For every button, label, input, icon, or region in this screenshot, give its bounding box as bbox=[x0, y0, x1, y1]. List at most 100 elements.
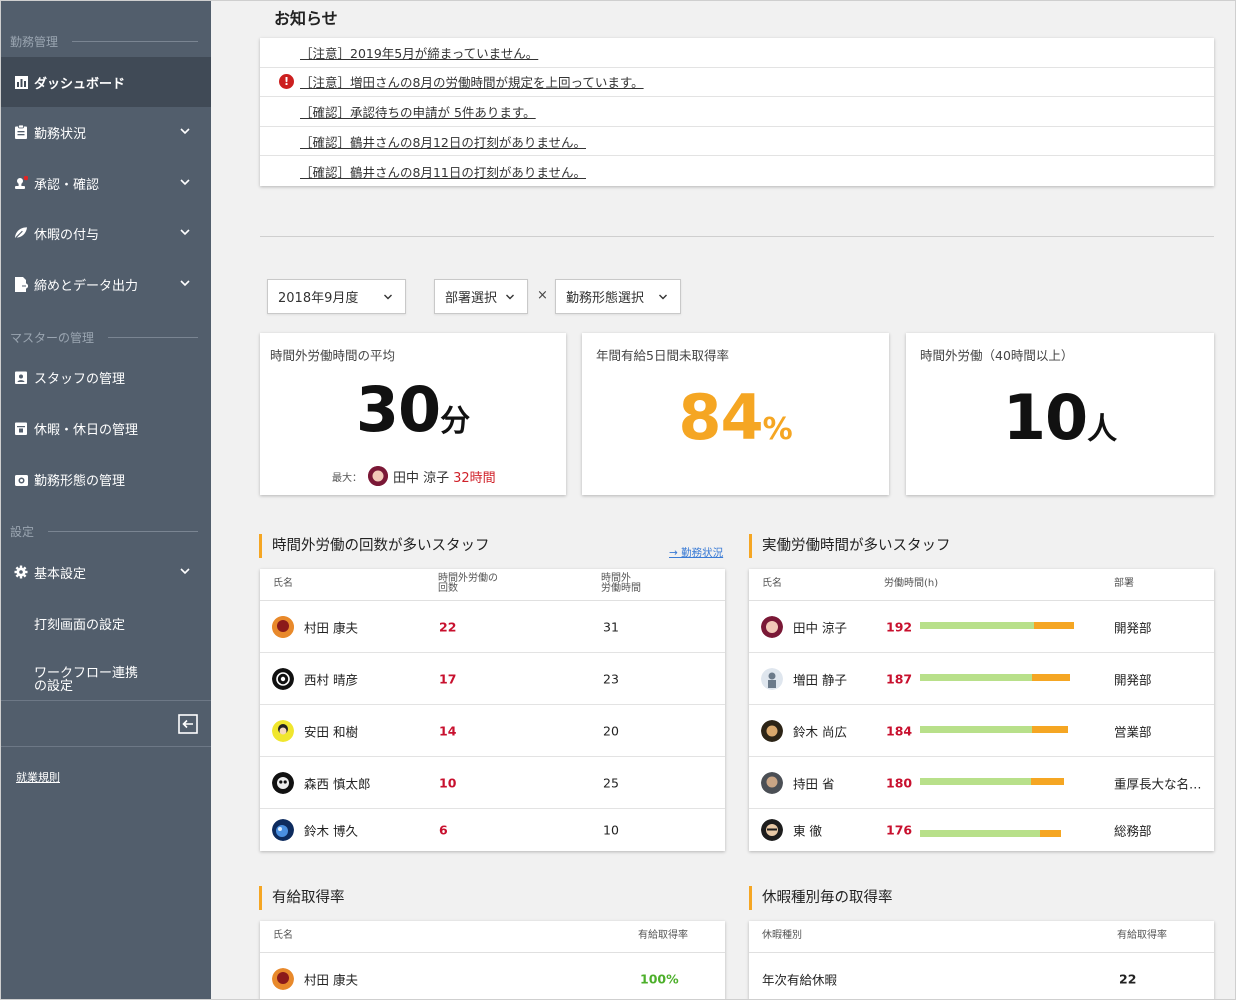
section-settings: 設定 bbox=[10, 523, 198, 540]
clipboard-icon bbox=[14, 125, 28, 139]
table-row[interactable]: 鈴木 尚広 184 営業部 bbox=[749, 705, 1214, 757]
period-select-value: 2018年9月度 bbox=[278, 291, 359, 306]
table-row[interactable]: 持田 省 180 重厚長大な名… bbox=[749, 757, 1214, 809]
work-hours-bar bbox=[920, 830, 1062, 837]
avatar bbox=[761, 819, 783, 841]
overtime-count: 17 bbox=[439, 671, 457, 686]
paid-leave-rate-table: 氏名 有給取得率 村田 康夫 100% bbox=[260, 921, 725, 1000]
staff-name[interactable]: 鈴木 博久 bbox=[304, 821, 358, 840]
overtime-count: 22 bbox=[439, 619, 457, 634]
table-header: 氏名 労働時間(h) 部署 bbox=[749, 569, 1214, 601]
kpi-value: 30分 bbox=[260, 373, 566, 446]
notice-item[interactable]: ［確認］承認待ちの申請が 5件あります。 bbox=[260, 97, 1214, 127]
sidebar-item-label: 承認・確認 bbox=[34, 177, 100, 193]
work-hours-bar bbox=[920, 778, 1065, 785]
sidebar-item-work-style[interactable]: 勤務形態の管理 bbox=[0, 454, 211, 504]
collapse-sidebar-icon[interactable] bbox=[177, 713, 199, 735]
notice-item[interactable]: ［確認］鶴井さんの8月12日の打刻がありません。 bbox=[260, 127, 1214, 157]
sidebar-item-closing-export[interactable]: 締めとデータ出力 bbox=[0, 259, 211, 309]
staff-name[interactable]: 増田 静子 bbox=[793, 669, 847, 688]
rules-link[interactable]: 就業規則 bbox=[16, 769, 60, 785]
avatar bbox=[368, 466, 388, 486]
staff-name[interactable]: 鈴木 尚広 bbox=[793, 721, 847, 740]
staff-name[interactable]: 森西 慎太郎 bbox=[304, 773, 370, 792]
sidebar-item-workflow[interactable]: ワークフロー連携の設定 bbox=[0, 655, 211, 705]
overtime-hours-segment bbox=[1032, 674, 1070, 681]
avatar bbox=[761, 771, 783, 794]
period-select[interactable]: 2018年9月度 bbox=[267, 279, 406, 314]
table-row[interactable]: 村田 康夫 22 31 bbox=[260, 601, 725, 653]
table-row[interactable]: 西村 晴彦 17 23 bbox=[260, 653, 725, 705]
kpi-paid-leave-unused: 年間有給5日間未取得率 84% bbox=[582, 333, 889, 495]
table-row[interactable]: 鈴木 博久 6 10 bbox=[260, 809, 725, 851]
work-status-link[interactable]: → 勤務状況 bbox=[669, 545, 723, 560]
document-export-icon bbox=[14, 276, 28, 292]
gear-icon bbox=[14, 565, 28, 579]
notice-text[interactable]: ［確認］鶴井さんの8月12日の打刻がありません。 bbox=[300, 132, 586, 151]
sidebar-item-label: ダッシュボード bbox=[34, 76, 126, 92]
sidebar-item-work-status[interactable]: 勤務状況 bbox=[0, 107, 211, 157]
table-row[interactable]: 年次有給休暇 22 bbox=[749, 953, 1214, 1000]
table-row[interactable]: 安田 和樹 14 20 bbox=[260, 705, 725, 757]
sidebar-item-approval[interactable]: 承認・確認 bbox=[0, 158, 211, 208]
notice-item[interactable]: ! ［注意］増田さんの8月の労働時間が規定を上回っています。 bbox=[260, 68, 1214, 98]
staff-name[interactable]: 村田 康夫 bbox=[304, 617, 358, 636]
overtime-hours-segment bbox=[1033, 622, 1074, 629]
notice-item[interactable]: ［注意］2019年5月が締まっていません。 bbox=[260, 38, 1214, 68]
overtime-count-title: 時間外労働の回数が多いスタッフ bbox=[259, 534, 490, 558]
staff-name[interactable]: 村田 康夫 bbox=[304, 970, 358, 989]
avatar bbox=[272, 771, 294, 794]
table-row[interactable]: 増田 静子 187 開発部 bbox=[749, 653, 1214, 705]
times-symbol: × bbox=[537, 288, 548, 303]
notice-text[interactable]: ［注意］増田さんの8月の労働時間が規定を上回っています。 bbox=[300, 72, 644, 91]
section-label: マスターの管理 bbox=[10, 331, 95, 345]
notice-text[interactable]: ［注意］2019年5月が締まっていません。 bbox=[300, 43, 538, 62]
overtime-hours: 25 bbox=[603, 775, 619, 790]
column-header: 部署 bbox=[1114, 578, 1134, 589]
chevron-down-icon bbox=[180, 179, 190, 186]
overtime-count: 6 bbox=[439, 822, 448, 838]
work-style-select[interactable]: 勤務形態選択 bbox=[555, 279, 681, 314]
staff-name[interactable]: 安田 和樹 bbox=[304, 721, 358, 740]
stamp-icon bbox=[14, 176, 28, 190]
work-hours: 176 bbox=[886, 822, 913, 838]
max-name[interactable]: 田中 涼子 bbox=[393, 467, 449, 486]
paid-leave-rate-title: 有給取得率 bbox=[259, 886, 345, 910]
sidebar-item-stamp-screen[interactable]: 打刻画面の設定 bbox=[0, 598, 211, 648]
notice-text[interactable]: ［確認］承認待ちの申請が 5件あります。 bbox=[300, 102, 536, 121]
department-select[interactable]: 部署選択 bbox=[434, 279, 528, 314]
alert-icon: ! bbox=[279, 74, 294, 90]
column-header: 有給取得率 bbox=[638, 930, 688, 941]
max-value: 32時間 bbox=[453, 470, 496, 486]
sidebar-item-leave-grant[interactable]: 休暇の付与 bbox=[0, 208, 211, 258]
table-header: 氏名 時間外労働の 回数 時間外 労働時間 bbox=[260, 569, 725, 601]
table-row[interactable]: 森西 慎太郎 10 25 bbox=[260, 757, 725, 809]
staff-name[interactable]: 西村 晴彦 bbox=[304, 669, 358, 688]
sidebar-item-dashboard[interactable]: ダッシュボード bbox=[0, 57, 211, 107]
work-hours: 180 bbox=[886, 775, 913, 790]
sidebar-item-holidays[interactable]: 休暇・休日の管理 bbox=[0, 403, 211, 453]
work-hours-bar bbox=[920, 674, 1070, 681]
staff-name[interactable]: 田中 涼子 bbox=[793, 617, 847, 636]
sidebar-item-staff[interactable]: スタッフの管理 bbox=[0, 352, 211, 402]
overtime-hours-segment bbox=[1039, 830, 1062, 837]
column-header: 時間外 労働時間 bbox=[601, 574, 641, 594]
column-header: 休暇種別 bbox=[762, 930, 802, 941]
section-divider bbox=[260, 236, 1214, 237]
table-row[interactable]: 村田 康夫 100% bbox=[260, 953, 725, 1000]
staff-name[interactable]: 東 徹 bbox=[793, 821, 822, 840]
staff-name[interactable]: 持田 省 bbox=[793, 773, 834, 792]
sidebar-item-basic-settings[interactable]: 基本設定 bbox=[0, 547, 211, 597]
overtime-count-table: 氏名 時間外労働の 回数 時間外 労働時間 村田 康夫 22 31 西村 晴彦 17… bbox=[260, 569, 725, 851]
sidebar-item-label: 締めとデータ出力 bbox=[34, 278, 139, 294]
notice-item[interactable]: ［確認］鶴井さんの8月11日の打刻がありません。 bbox=[260, 156, 1214, 186]
notice-text[interactable]: ［確認］鶴井さんの8月11日の打刻がありません。 bbox=[300, 162, 586, 181]
table-row[interactable]: 田中 涼子 192 開発部 bbox=[749, 601, 1214, 653]
regular-hours-segment bbox=[920, 726, 1033, 733]
column-header-line: 労働時間 bbox=[601, 583, 641, 594]
table-row[interactable]: 東 徹 176 総務部 bbox=[749, 809, 1214, 851]
notices-title: お知らせ bbox=[274, 9, 338, 28]
avatar bbox=[761, 667, 783, 690]
department: 開発部 bbox=[1114, 620, 1152, 635]
work-hours: 184 bbox=[886, 723, 913, 738]
